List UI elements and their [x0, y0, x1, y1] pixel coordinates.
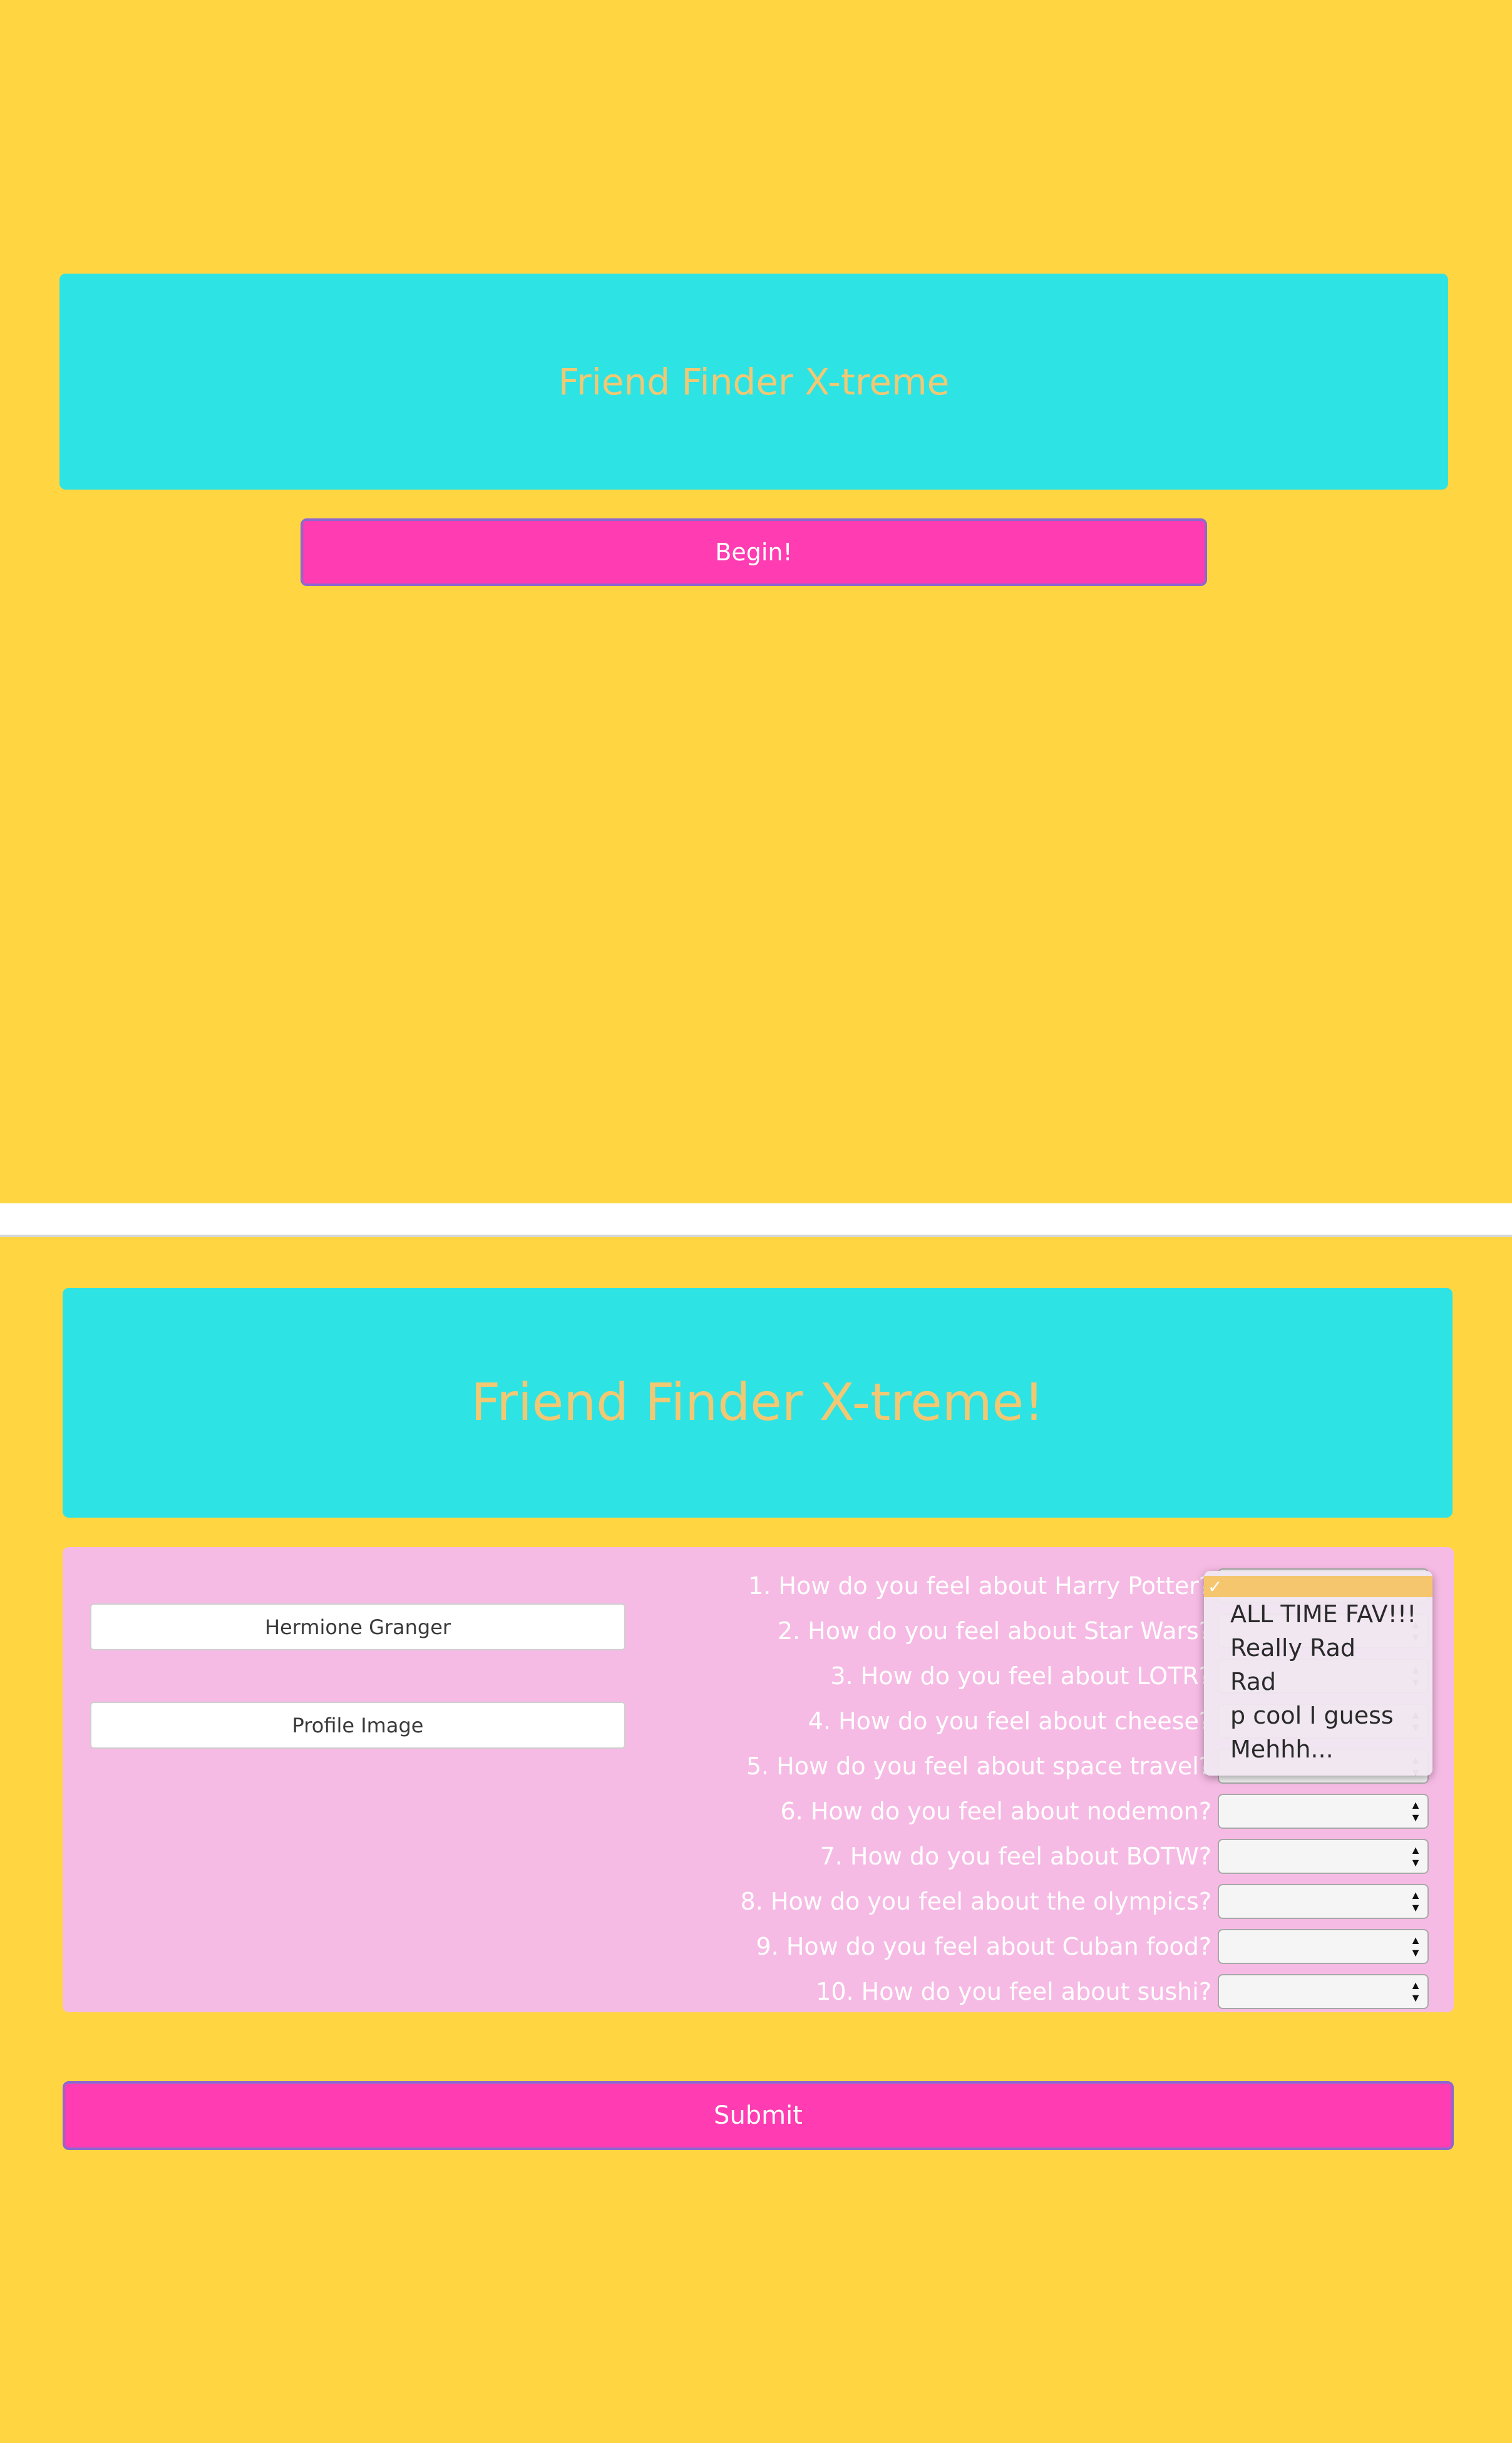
landing-jumbotron: Friend Finder X-treme [59, 274, 1448, 490]
question-label: 3. How do you feel about LOTR? [830, 1662, 1211, 1690]
survey-panel: Friend Finder X-treme! Hermione Granger … [0, 1235, 1512, 2443]
answer-select[interactable]: ▲▼ [1218, 1929, 1429, 1964]
question-row: 9. How do you feel about Cuban food? ▲ ▼ [756, 1928, 1429, 1965]
question-label: 4. How do you feel about cheese? [808, 1707, 1211, 1735]
answer-select[interactable]: ▲▼ [1218, 1794, 1429, 1829]
checkmark-icon: ✓ [1208, 1576, 1223, 1597]
select-arrows-icon: ▲▼ [1410, 1934, 1421, 1959]
question-row: 8. How do you feel about the olympics? ▲… [741, 1883, 1429, 1920]
dropdown-option[interactable]: ALL TIME FAV!!! [1204, 1597, 1432, 1631]
select-arrows-icon: ▲▼ [1410, 1799, 1421, 1824]
question-row: 10. How do you feel about sushi? ▲ ▼ [816, 1973, 1429, 2010]
question-row: 7. How do you feel about BOTW? ▲ ▼ [820, 1838, 1429, 1875]
question-label: 2. How do you feel about Star Wars? [777, 1617, 1211, 1645]
dropdown-option-empty[interactable]: ✓ [1204, 1576, 1432, 1597]
dropdown-option[interactable]: Mehhh... [1204, 1732, 1432, 1766]
survey-jumbotron: Friend Finder X-treme! [63, 1288, 1453, 1518]
question-label: 8. How do you feel about the olympics? [740, 1888, 1211, 1915]
question-label: 5. How do you feel about space travel? [746, 1752, 1211, 1780]
landing-panel: Friend Finder X-treme Begin! [0, 0, 1512, 1203]
dropdown-option[interactable]: p cool I guess [1204, 1699, 1432, 1732]
select-arrows-icon: ▲▼ [1410, 1889, 1421, 1914]
name-input[interactable]: Hermione Granger [90, 1603, 625, 1650]
question-label: 7. How do you feel about BOTW? [820, 1843, 1211, 1870]
answer-select[interactable]: ▲▼ [1218, 1839, 1429, 1874]
select-arrows-icon: ▲▼ [1410, 1844, 1421, 1869]
question-label: 1. How do you feel about Harry Potter? [748, 1572, 1211, 1600]
question-label: 10. How do you feel about sushi? [816, 1978, 1211, 2005]
submit-button[interactable]: Submit [63, 2081, 1454, 2150]
answer-select[interactable]: ▲▼ [1218, 1974, 1429, 2009]
dropdown-option[interactable]: Really Rad [1204, 1631, 1432, 1665]
answer-dropdown-menu: ✓ ALL TIME FAV!!! Really Rad Rad p cool … [1204, 1571, 1432, 1776]
profile-image-input[interactable]: Profile Image [90, 1702, 625, 1749]
survey-title: Friend Finder X-treme! [471, 1373, 1044, 1432]
question-label: 9. How do you feel about Cuban food? [756, 1933, 1211, 1960]
question-row: 6. How do you feel about nodemon? ▲ ▼ [780, 1792, 1429, 1830]
answer-select[interactable]: ▲▼ [1218, 1884, 1429, 1919]
dropdown-option[interactable]: Rad [1204, 1665, 1432, 1699]
select-arrows-icon: ▲▼ [1410, 1979, 1421, 2004]
landing-title: Friend Finder X-treme [558, 360, 950, 403]
begin-button[interactable]: Begin! [301, 518, 1207, 586]
survey-form: Hermione Granger Profile Image 1. How do… [63, 1547, 1454, 2012]
question-label: 6. How do you feel about nodemon? [780, 1798, 1211, 1825]
